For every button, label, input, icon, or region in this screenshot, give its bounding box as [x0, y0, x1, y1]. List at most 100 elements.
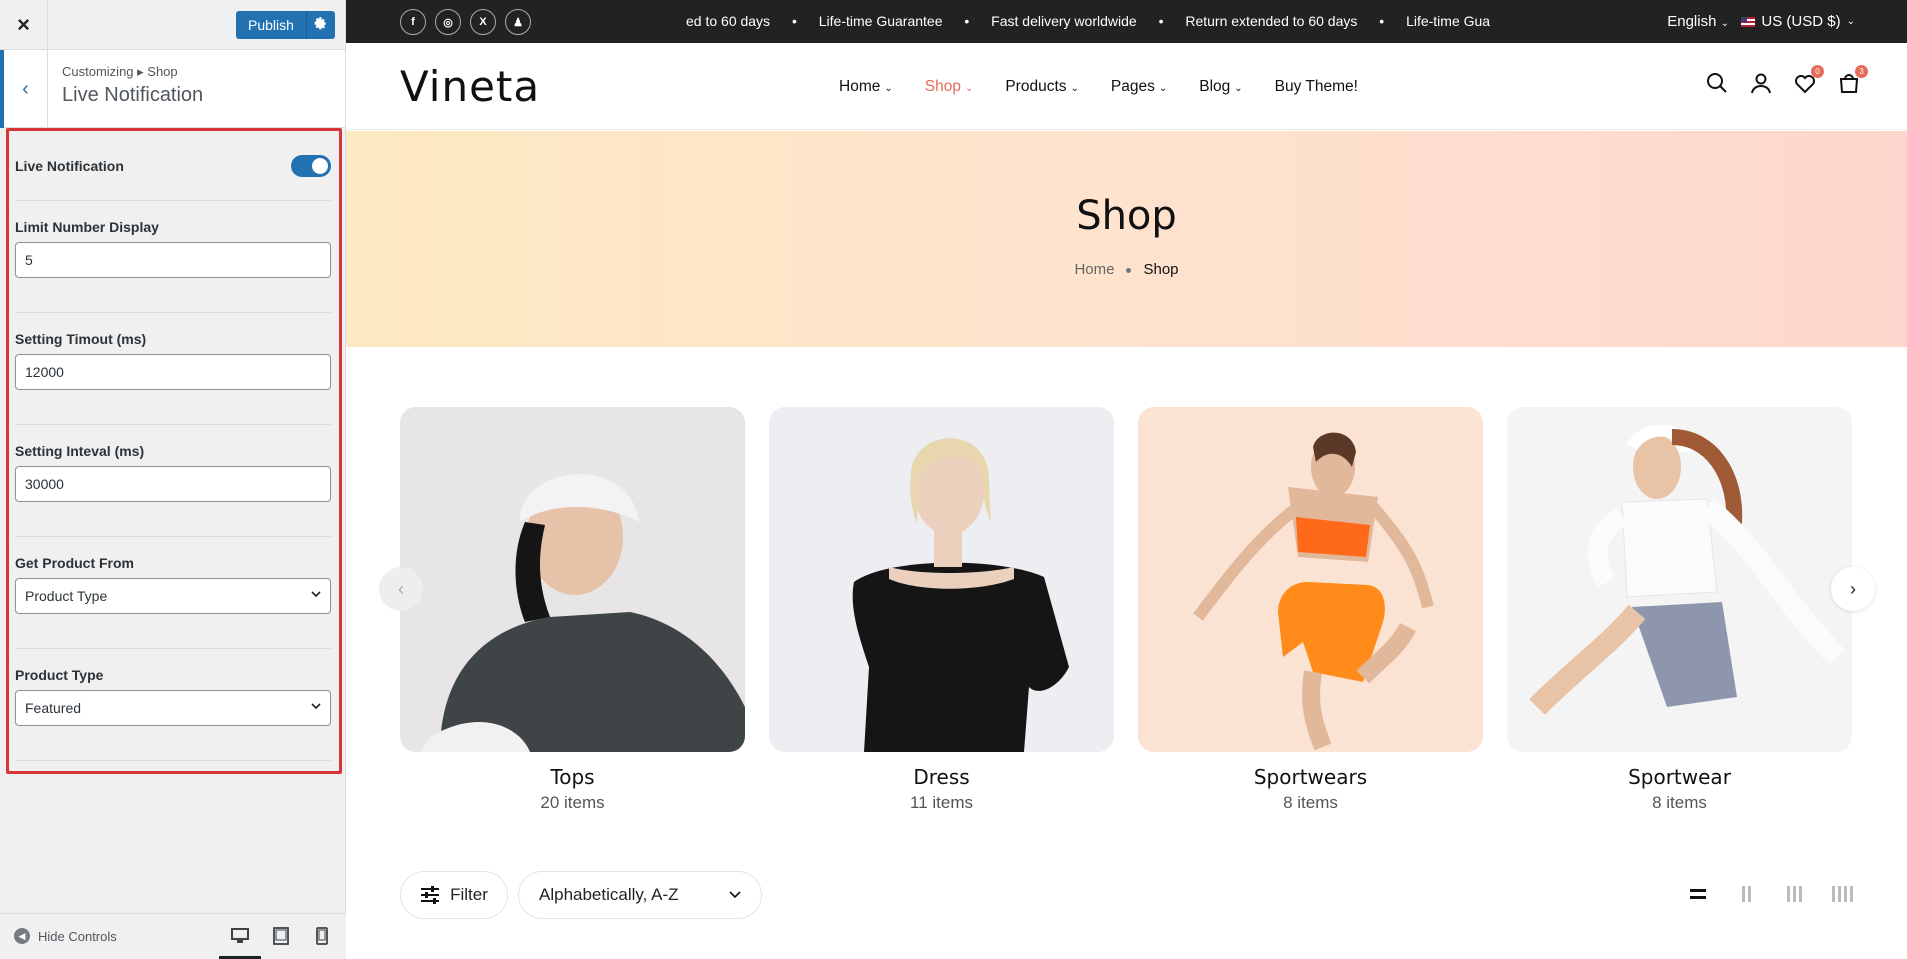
grid-2-view-button[interactable] [1735, 883, 1757, 905]
mobile-preview-button[interactable] [311, 924, 333, 948]
x-icon[interactable]: X [470, 9, 496, 35]
chevron-left-icon: ‹ [22, 77, 29, 100]
product-type-value: Featured [15, 690, 331, 726]
grid-3-icon-bar [1798, 886, 1802, 902]
chevron-left-icon: ‹ [398, 578, 404, 599]
timeout-input[interactable]: 12000 [15, 354, 331, 390]
close-icon: × [17, 12, 30, 37]
customizer-footer: ◀ Hide Controls [0, 913, 346, 959]
instagram-icon[interactable]: ◎ [435, 9, 461, 35]
product-from-select[interactable]: Product Type [15, 578, 331, 614]
marquee-text: Life-time Gua [1406, 13, 1491, 29]
marquee-dot: • [791, 13, 797, 29]
live-notification-panel: Live Notification Limit Number Display 5… [6, 128, 342, 774]
page-title: Shop [1076, 193, 1177, 239]
menu-item-products[interactable]: Products ⌄ [1005, 78, 1079, 96]
menu-item-blog[interactable]: Blog ⌄ [1199, 78, 1242, 96]
language-value: English [1667, 13, 1717, 30]
breadcrumb-home[interactable]: Home [1074, 261, 1114, 278]
category-count: 8 items [1652, 793, 1707, 812]
sort-value: Alphabetically, A-Z [539, 885, 679, 904]
sort-select[interactable]: Alphabetically, A-Z [518, 871, 762, 919]
category-count: 20 items [540, 793, 605, 812]
collapse-icon: ◀ [14, 928, 30, 944]
grid-4-icon-bar [1837, 886, 1841, 902]
chevron-down-icon: ⌄ [884, 82, 893, 94]
carousel-prev-button[interactable]: ‹ [379, 567, 423, 611]
category-image [769, 407, 1114, 752]
facebook-icon[interactable]: f [400, 9, 426, 35]
currency-selector[interactable]: US (USD $) ⌄ [1741, 0, 1855, 43]
language-selector[interactable]: English ⌄ [1667, 0, 1729, 45]
publish-settings-button[interactable] [306, 11, 335, 39]
site-logo[interactable]: Vineta [400, 62, 540, 111]
grid-3-icon [1786, 886, 1790, 902]
menu-item-home[interactable]: Home ⌄ [839, 78, 893, 96]
category-card-tops[interactable]: Tops 20 items [400, 407, 745, 813]
breadcrumb-separator [1126, 267, 1132, 273]
menu-item-label: Buy Theme! [1274, 77, 1358, 95]
filter-button[interactable]: Filter [400, 871, 508, 919]
announcement-marquee: ed to 60 days • Life-time Guarantee • Fa… [686, 0, 1510, 43]
live-notification-toggle[interactable] [291, 154, 331, 177]
hide-controls-button[interactable]: ◀ Hide Controls [14, 928, 117, 944]
publish-group: Publish [236, 11, 335, 39]
site-preview: f ◎ X ♟ ed to 60 days • Life-time Guaran… [346, 0, 1907, 959]
snapchat-icon[interactable]: ♟ [505, 9, 531, 35]
interval-input[interactable]: 30000 [15, 466, 331, 502]
limit-number-label: Limit Number Display [15, 219, 159, 235]
category-count: 11 items [910, 793, 973, 812]
chevron-down-icon: ⌄ [1720, 18, 1729, 29]
list-view-button[interactable] [1687, 883, 1709, 905]
chevron-down-icon [311, 591, 321, 598]
live-notification-control: Live Notification [15, 131, 331, 201]
product-from-control: Get Product From Product Type [15, 537, 331, 649]
chevron-down-icon: ⌄ [1846, 16, 1855, 27]
category-card-sportwears[interactable]: Sportwears 8 items [1138, 407, 1483, 813]
wishlist-icon[interactable]: 0 [1793, 65, 1824, 95]
product-from-label: Get Product From [15, 555, 135, 571]
section-header: ‹ Customizing ▸ Shop Live Notification [0, 50, 345, 128]
category-card-dress[interactable]: Dress 11 items [769, 407, 1114, 813]
tablet-preview-button[interactable] [270, 924, 292, 948]
limit-number-control: Limit Number Display 5 [15, 201, 331, 313]
grid-4-icon [1831, 886, 1835, 902]
marquee-text: Return extended to 60 days [1185, 13, 1358, 29]
carousel-next-button[interactable]: › [1831, 567, 1875, 611]
grid-2-icon [1741, 886, 1745, 902]
desktop-icon [231, 928, 249, 943]
menu-item-label: Blog [1199, 77, 1231, 95]
publish-button[interactable]: Publish [236, 11, 307, 39]
category-name: Sportwear [1628, 765, 1731, 789]
gear-icon [315, 17, 327, 30]
category-image [1507, 407, 1852, 752]
back-button[interactable]: ‹ [0, 50, 48, 128]
interval-control: Setting Inteval (ms) 30000 [15, 425, 331, 537]
account-icon[interactable] [1749, 71, 1773, 95]
marquee-dot: • [1158, 13, 1164, 29]
marquee-text: Fast delivery worldwide [991, 13, 1137, 29]
menu-item-label: Pages [1110, 77, 1155, 95]
category-name: Dress [913, 765, 970, 789]
category-card-sportwear[interactable]: Sportwear 8 items [1507, 407, 1852, 813]
list-view-icon [1690, 889, 1706, 892]
menu-item-pages[interactable]: Pages ⌄ [1111, 78, 1167, 96]
main-menu: Home ⌄ Shop ⌄ Products ⌄ Pages ⌄ Blog ⌄ Buy T… [839, 43, 1390, 130]
cart-icon[interactable]: 3 [1837, 65, 1868, 95]
menu-item-buy-theme[interactable]: Buy Theme! [1275, 78, 1358, 96]
menu-item-shop[interactable]: Shop ⌄ [925, 78, 974, 96]
close-customizer-button[interactable]: × [0, 0, 48, 50]
desktop-preview-button[interactable] [219, 924, 261, 959]
page-hero: Shop Home Shop [346, 131, 1907, 347]
customizer-header: × Publish [0, 0, 345, 50]
limit-number-input[interactable]: 5 [15, 242, 331, 278]
mobile-icon [316, 927, 328, 945]
search-icon[interactable] [1705, 71, 1729, 95]
grid-4-view-button[interactable] [1831, 883, 1853, 905]
grid-3-view-button[interactable] [1783, 883, 1805, 905]
product-type-select[interactable]: Featured [15, 690, 331, 726]
list-view-icon-bar [1690, 896, 1706, 899]
grid-2-icon-bar [1747, 886, 1751, 902]
chevron-down-icon: ⌄ [1234, 82, 1243, 94]
customizer-sidebar: × Publish ‹ Customizing ▸ Shop Live Noti… [0, 0, 346, 959]
